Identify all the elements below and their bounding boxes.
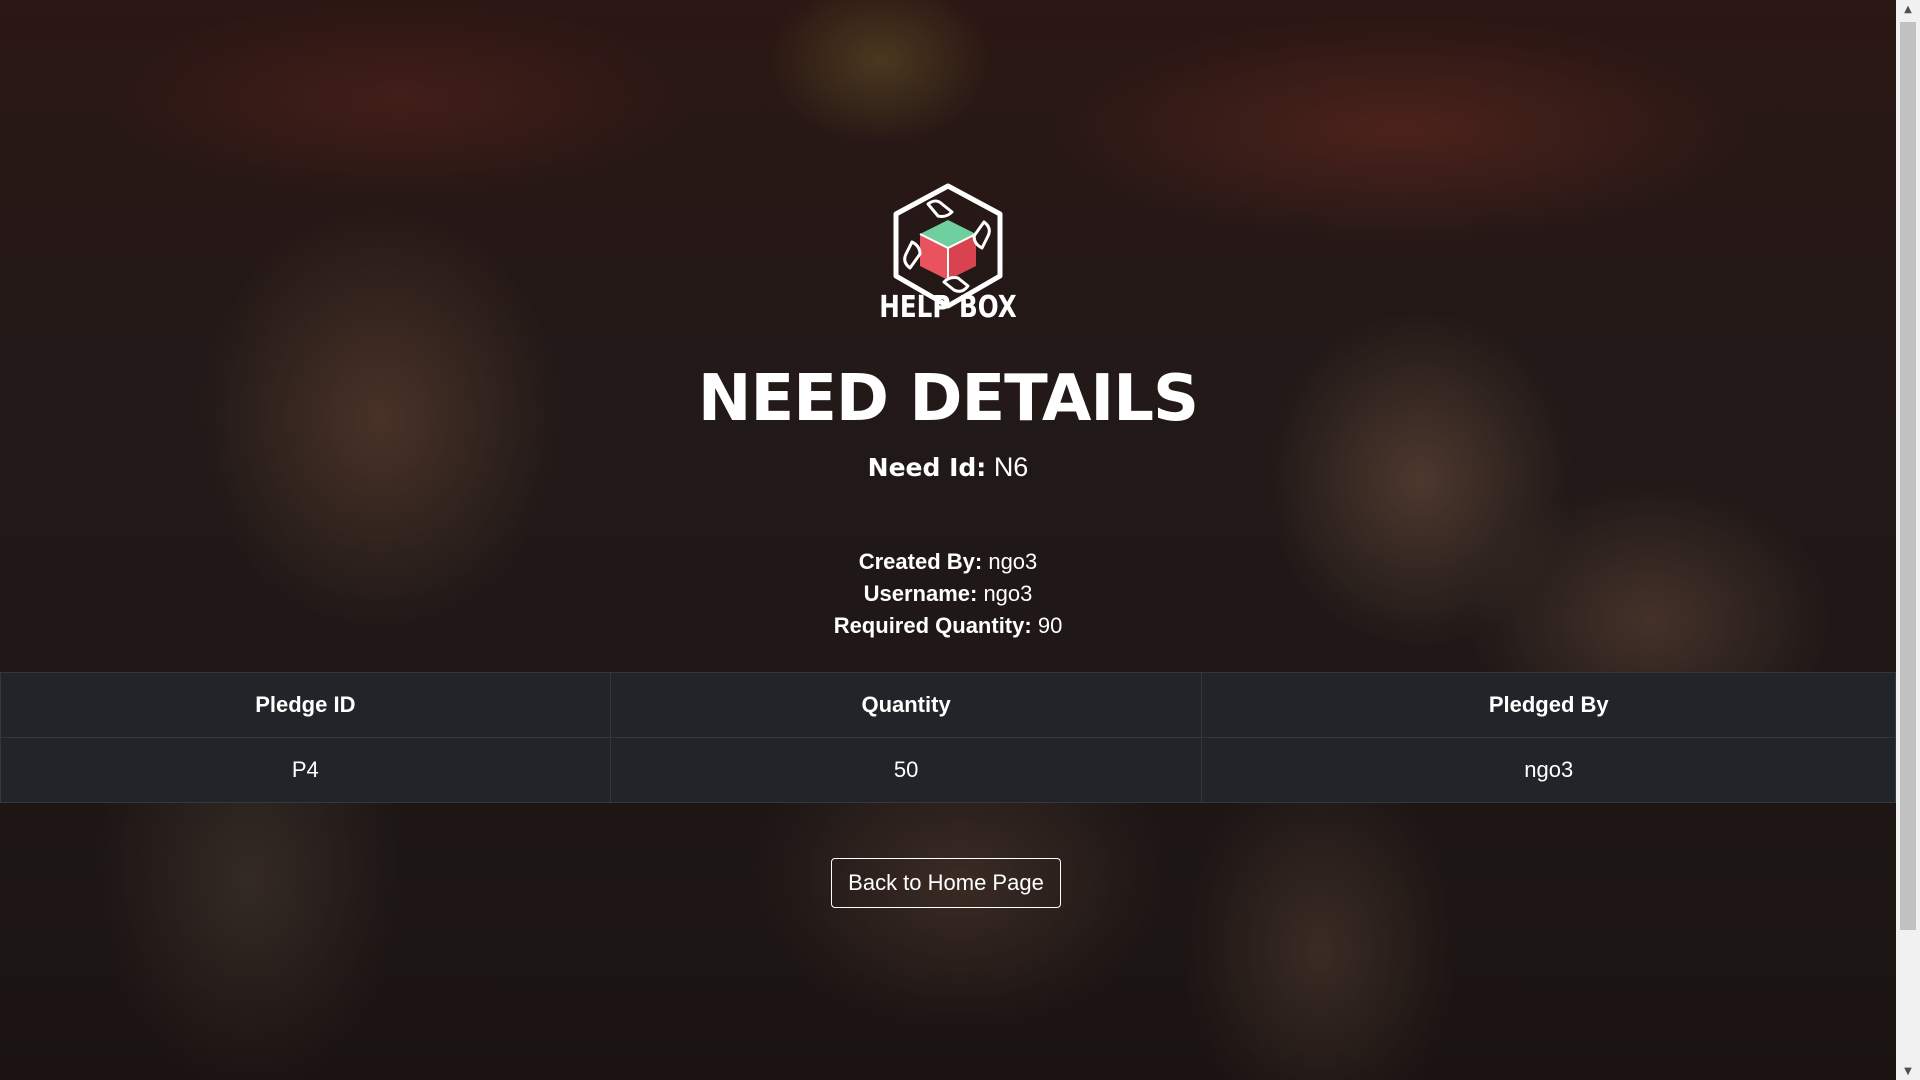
required-quantity-line: Required Quantity: 90 bbox=[0, 610, 1896, 642]
need-id-value: N6 bbox=[993, 452, 1029, 482]
pledges-table: Pledge ID Quantity Pledged By P4 50 ngo3 bbox=[0, 672, 1896, 803]
page-title: NEED DETAILS bbox=[697, 362, 1199, 436]
scroll-up-arrow-icon[interactable]: ▲ bbox=[1896, 0, 1920, 18]
vertical-scrollbar[interactable]: ▲ ▼ bbox=[1896, 0, 1920, 1080]
column-header-quantity: Quantity bbox=[609, 672, 1203, 738]
column-header-pledged-by: Pledged By bbox=[1201, 672, 1896, 738]
scroll-down-arrow-icon[interactable]: ▼ bbox=[1896, 1062, 1920, 1080]
username-line: Username: ngo3 bbox=[0, 578, 1896, 610]
username-label: Username: bbox=[863, 581, 978, 606]
created-by-label: Created By: bbox=[858, 549, 983, 574]
cell-quantity: 50 bbox=[609, 737, 1203, 803]
required-quantity-value: 90 bbox=[1037, 613, 1063, 638]
page-viewport: HELP BOX NEED DETAILS Need Id: N6 Create… bbox=[0, 0, 1920, 1080]
need-id: Need Id: N6 bbox=[0, 452, 1896, 483]
cell-pledge-id: P4 bbox=[0, 737, 611, 803]
need-info: Created By: ngo3 Username: ngo3 Required… bbox=[0, 546, 1896, 642]
username-value: ngo3 bbox=[983, 581, 1033, 606]
created-by-line: Created By: ngo3 bbox=[0, 546, 1896, 578]
brand-name: HELP BOX bbox=[879, 290, 1017, 325]
table-row: P4 50 ngo3 bbox=[0, 737, 1896, 803]
required-quantity-label: Required Quantity: bbox=[833, 613, 1032, 638]
main-content: HELP BOX NEED DETAILS Need Id: N6 Create… bbox=[0, 0, 1896, 1080]
table-header-row: Pledge ID Quantity Pledged By bbox=[0, 672, 1896, 738]
created-by-value: ngo3 bbox=[988, 549, 1038, 574]
back-to-home-button[interactable]: Back to Home Page bbox=[831, 858, 1061, 908]
need-id-label: Need Id: bbox=[867, 453, 987, 482]
cell-pledged-by: ngo3 bbox=[1201, 737, 1896, 803]
scrollbar-thumb[interactable] bbox=[1900, 22, 1916, 930]
column-header-pledge-id: Pledge ID bbox=[0, 672, 611, 738]
